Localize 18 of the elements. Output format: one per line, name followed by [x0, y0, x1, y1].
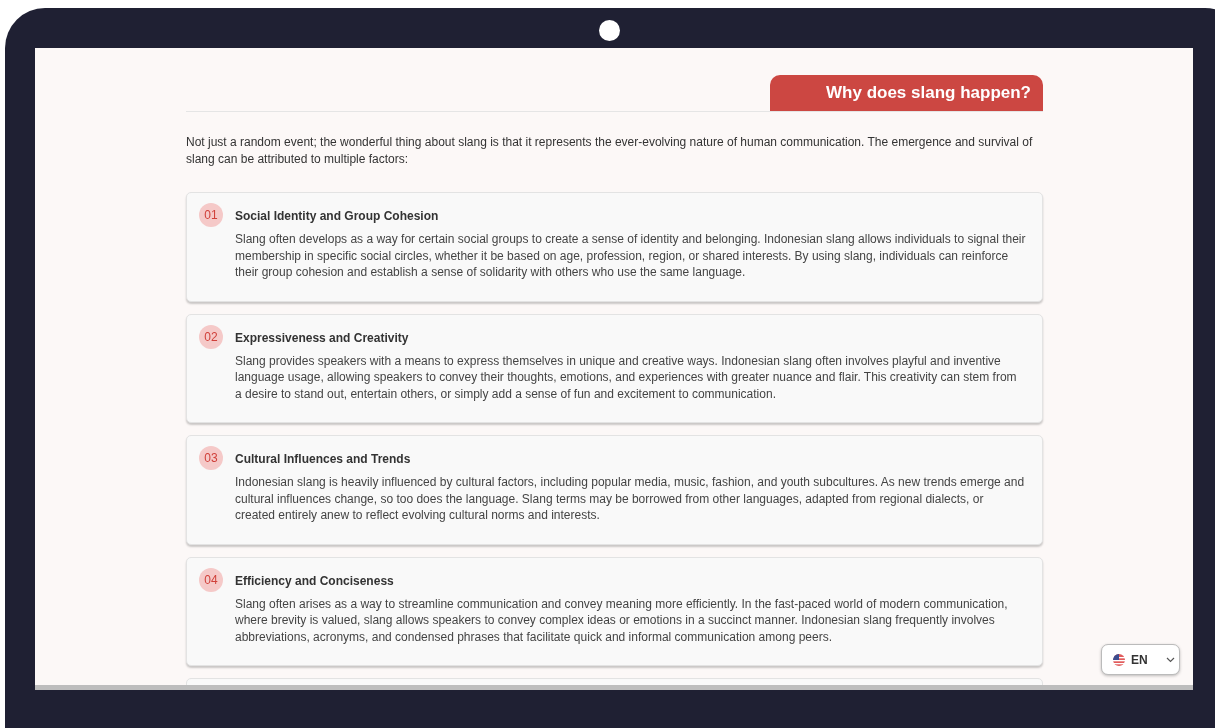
chevron-down-icon: [1165, 656, 1175, 663]
flag-icon: [1113, 653, 1125, 666]
number-badge: 01: [199, 203, 223, 227]
language-selector[interactable]: EN: [1101, 644, 1180, 675]
factor-description: Slang often arises as a way to streamline communication and convey meaning more efficiently. In the fast-paced world of modern communication, where brevity is valued, slang allows speakers to convey complex ideas or emotions in a succinct manner. Indonesian slang frequently involves abbreviations, acronyms, and condensed phrases that facilitate quick and informal communication among peers.: [235, 595, 1009, 645]
factor-description: Slang often develops as a way for certain social groups to create a sense of identity and belonging. Indonesian slang allows individuals to signal their membership in specific social circles, whether it be based on age, profession, region, or shared interests. By using slang, individuals can reinforce their group cohesion and establish a sense of solidarity with others who use the same language.: [235, 231, 1026, 281]
factor-title: Efficiency and Conciseness: [235, 572, 395, 590]
section-heading: Why does slang happen?: [770, 75, 1043, 111]
number-badge: 02: [199, 324, 223, 349]
number-badge: 04: [199, 567, 223, 592]
factor-title: Cultural Influences and Trends: [235, 451, 412, 468]
factor-title: Social Identity and Group Cohesion: [235, 208, 440, 225]
factor-title: Expressiveness and Creativity: [235, 329, 410, 347]
factor-description: Indonesian slang is heavily influenced by cultural factors, including popular media, music, fashion, and youth subcultures. As new trends emerge and cultural influences change, so too does the language. Slang terms may be borrowed from other languages, adapted from regional dialects, or created entirely anew to reflect evolving cultural norms and interests.: [235, 474, 1026, 524]
camera-icon: [599, 20, 620, 41]
factor-description: Slang provides speakers with a means to express themselves in unique and creative ways. Indonesian slang often involves playful and inventive language usage, allowing speakers to convey their thoughts, emotions, and experiences with greater nuance and flair. This creativity can stem from a desire to stand out, entertain others, or simply add a sense of fun and excitement to communication.: [235, 352, 1018, 402]
number-badge: 03: [199, 446, 223, 470]
intro-paragraph: Not just a random event; the wonderful thing about slang is that it represents the ever-evolving nature of human communication. The emergence and survival of slang can be attributed to multiple factors:: [186, 134, 1034, 168]
